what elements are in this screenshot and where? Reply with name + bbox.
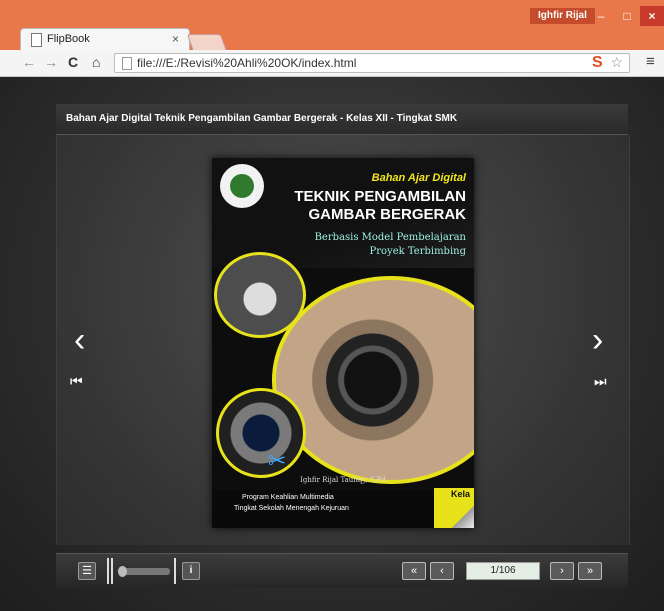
flipbook-viewer: Bahan Ajar Digital Teknik Pengambilan Ga… — [0, 77, 664, 611]
prev-page-button[interactable]: ‹ — [430, 562, 454, 580]
browser-toolbar: ← → C ⌂ file:///E:/Revisi%20Ahli%20OK/in… — [0, 50, 664, 77]
home-icon[interactable]: ⌂ — [92, 54, 100, 70]
last-page-button[interactable]: » — [578, 562, 602, 580]
cover-title-line1: TEKNIK PENGAMBILAN — [294, 188, 466, 205]
cover-title-line2: GAMBAR BERGERAK — [308, 206, 467, 223]
zoom-slider-handle[interactable] — [118, 566, 127, 577]
next-page-arrow[interactable]: › — [592, 323, 603, 357]
profile-badge[interactable]: Ighfir Rijal — [530, 8, 595, 24]
scissors-icon: ✂ — [268, 448, 287, 473]
extension-icon[interactable]: S — [592, 54, 603, 72]
book-cover[interactable]: Bahan Ajar Digital TEKNIK PENGAMBILAN GA… — [212, 158, 474, 528]
first-page-icon[interactable]: ⏮ — [70, 373, 83, 390]
forward-icon[interactable]: → — [44, 54, 58, 70]
tab-close-icon[interactable]: × — [172, 32, 179, 46]
cover-class-label: Kela — [450, 489, 470, 499]
page-icon — [122, 57, 132, 70]
back-icon[interactable]: ← — [22, 54, 36, 70]
page-icon — [31, 33, 42, 47]
info-button[interactable]: i — [182, 562, 200, 580]
divider — [107, 558, 109, 584]
address-bar[interactable]: file:///E:/Revisi%20Ahli%20OK/index.html… — [114, 53, 630, 73]
divider — [174, 558, 176, 584]
url-text[interactable]: file:///E:/Revisi%20Ahli%20OK/index.html — [137, 56, 356, 70]
book-header: Bahan Ajar Digital Teknik Pengambilan Ga… — [56, 104, 628, 135]
cover-footer-line1: Program Keahlian Multimedia — [242, 494, 334, 501]
cover-subtitle-line2: Proyek Terbimbing — [369, 246, 466, 257]
table-of-contents-button[interactable]: ☰ — [78, 562, 96, 580]
prev-page-arrow[interactable]: ‹ — [74, 323, 85, 357]
cover-footer-line2: Tingkat Sekolah Menengah Kejuruan — [234, 505, 349, 512]
page-curl[interactable] — [452, 506, 474, 528]
book-title: Bahan Ajar Digital Teknik Pengambilan Ga… — [66, 113, 458, 124]
reload-icon[interactable]: C — [68, 54, 78, 70]
film-reel-photo — [216, 388, 306, 478]
tab-flipbook[interactable]: FlipBook × — [20, 28, 190, 50]
maximize-button[interactable]: □ — [614, 6, 640, 26]
tab-title: FlipBook — [47, 33, 90, 45]
next-page-button[interactable]: › — [550, 562, 574, 580]
logo-emblem — [230, 174, 254, 198]
page-number-input[interactable]: 1/106 — [466, 562, 540, 580]
flipbook-controls: ☰ i « ‹ 1/106 › » — [56, 553, 628, 588]
studio-light-photo — [214, 252, 306, 338]
divider — [111, 558, 113, 584]
menu-icon[interactable]: ≡ — [646, 53, 655, 70]
bookmark-star-icon[interactable]: ☆ — [610, 54, 623, 71]
minimize-button[interactable]: – — [588, 6, 614, 26]
window-titlebar: Ighfir Rijal – □ × FlipBook × — [0, 0, 664, 52]
first-page-button[interactable]: « — [402, 562, 426, 580]
close-window-button[interactable]: × — [640, 6, 664, 26]
cover-author: Ighfir Rijal Taufiqy, S.Pd — [300, 476, 386, 484]
cover-kicker: Bahan Ajar Digital — [371, 172, 466, 184]
zoom-slider[interactable] — [118, 566, 170, 577]
last-page-icon[interactable]: ⏭ — [594, 373, 607, 390]
cover-subtitle-line1: Berbasis Model Pembelajaran — [314, 232, 466, 243]
school-logo — [220, 164, 264, 208]
